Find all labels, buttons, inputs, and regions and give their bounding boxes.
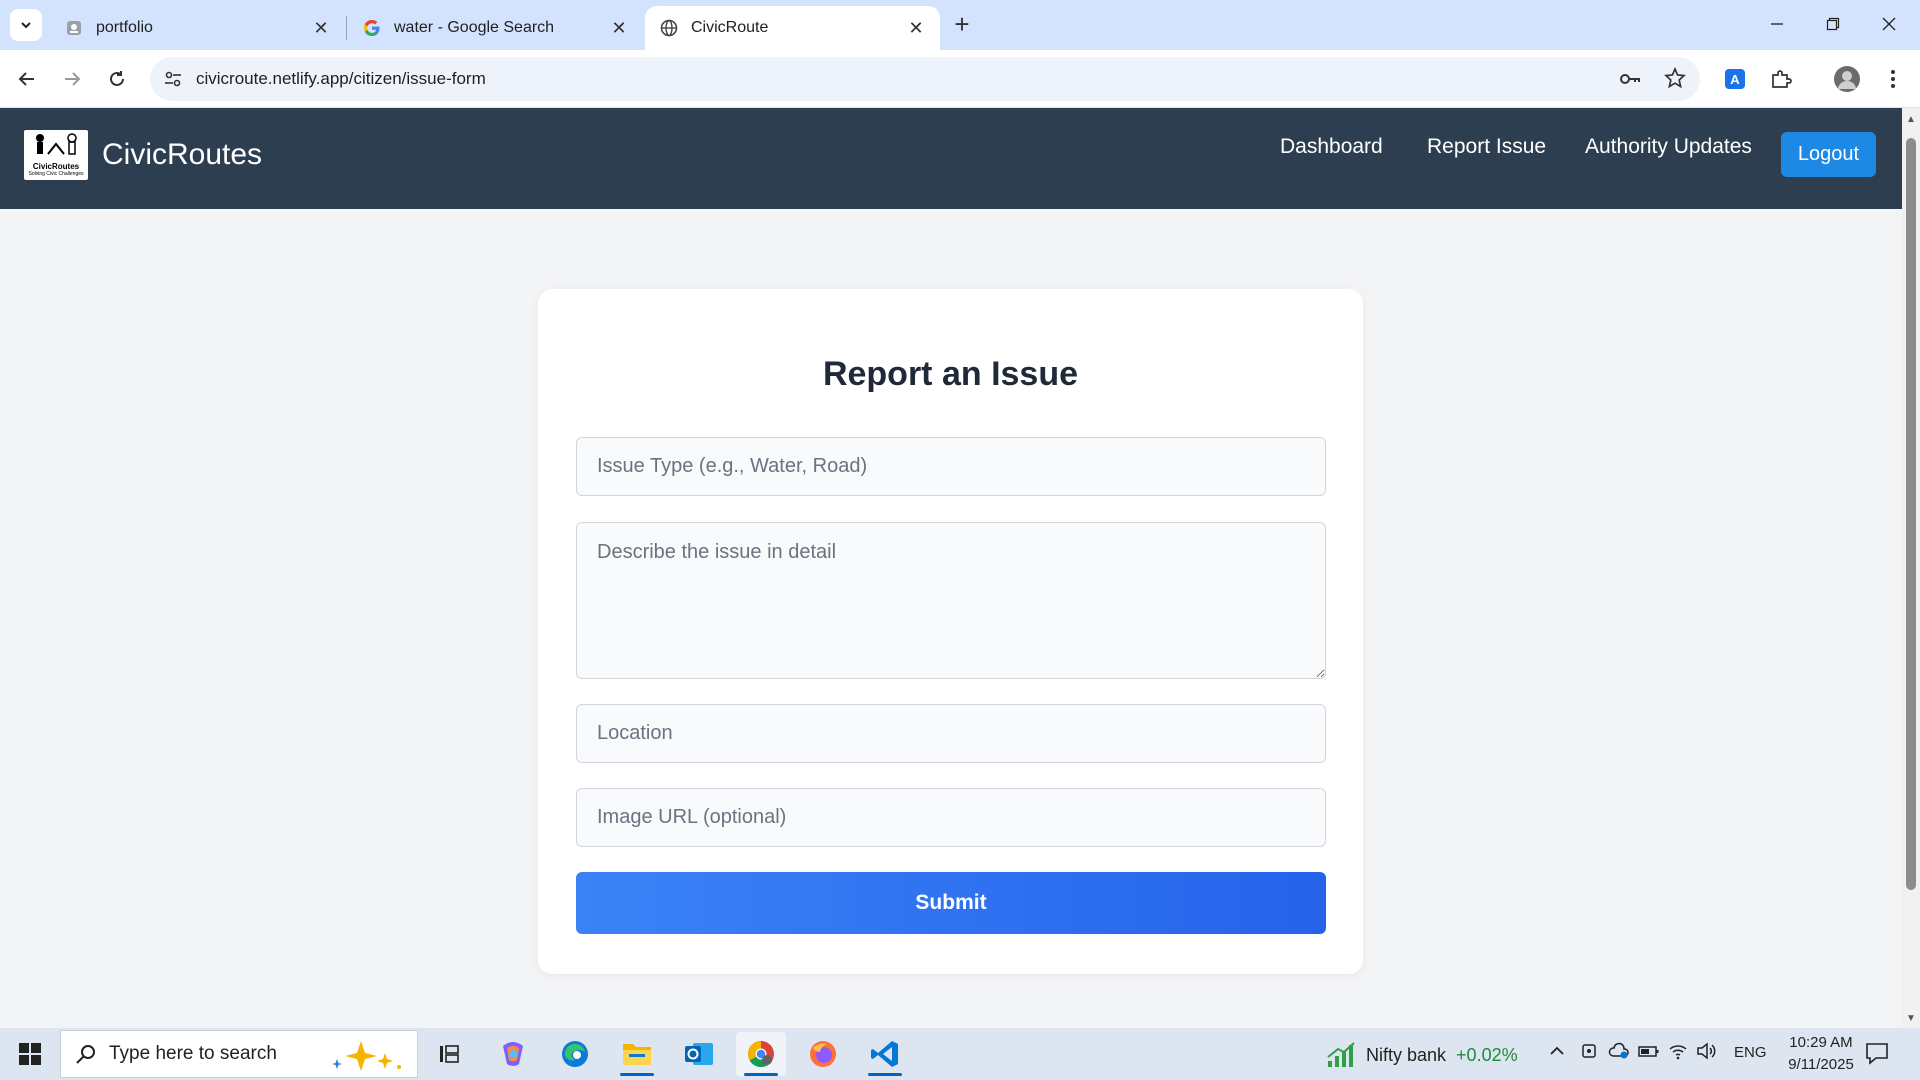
taskbar-search[interactable]: Type here to search — [60, 1030, 418, 1078]
copilot-app-icon[interactable] — [488, 1032, 538, 1076]
tab-portfolio[interactable]: portfolio ✕ — [50, 6, 345, 50]
task-view-icon[interactable] — [424, 1032, 474, 1076]
profile-avatar[interactable] — [1830, 62, 1864, 96]
stock-widget[interactable]: Nifty bank +0.02% — [1326, 1041, 1518, 1069]
stock-chart-icon — [1327, 1042, 1355, 1067]
image-url-input[interactable] — [576, 788, 1326, 847]
taskbar-search-placeholder: Type here to search — [109, 1043, 277, 1064]
arrow-right-icon — [65, 72, 81, 86]
minimize-icon[interactable] — [1754, 8, 1800, 40]
portfolio-favicon-icon — [64, 18, 84, 38]
battery-icon[interactable] — [1638, 1042, 1660, 1064]
browser-tab-strip: portfolio ✕ water - Google Search ✕ Civi… — [0, 0, 1920, 50]
logo[interactable]: CivicRoutes Solving Civic Challenges — [24, 130, 88, 180]
tab-title: water - Google Search — [394, 19, 555, 36]
page-scrollbar[interactable]: ▲ ▼ — [1902, 108, 1920, 1028]
clock-date: 9/11/2025 — [1788, 1056, 1854, 1073]
logout-button[interactable]: Logout — [1781, 132, 1876, 177]
nav-report-issue[interactable]: Report Issue — [1427, 135, 1546, 159]
close-icon[interactable]: ✕ — [609, 18, 629, 38]
meet-now-icon[interactable] — [1580, 1042, 1598, 1064]
running-indicator — [620, 1073, 654, 1076]
nav-dashboard[interactable]: Dashboard — [1280, 135, 1383, 159]
scroll-up-icon[interactable]: ▲ — [1906, 114, 1916, 125]
google-favicon-icon — [362, 18, 382, 38]
outlook-icon[interactable] — [674, 1032, 724, 1076]
location-input[interactable] — [576, 704, 1326, 763]
vscode-icon[interactable] — [860, 1032, 910, 1076]
description-textarea[interactable] — [576, 522, 1326, 679]
stock-name: Nifty bank — [1366, 1044, 1447, 1065]
form-title: Report an Issue — [822, 355, 1079, 393]
address-bar[interactable]: civicroute.netlify.app/citizen/issue-for… — [150, 57, 1700, 101]
chevron-up-icon[interactable] — [1548, 1042, 1566, 1064]
logo-figures-icon — [36, 133, 77, 155]
tab-civicroute[interactable]: CivicRoute ✕ — [645, 6, 940, 50]
forward-button[interactable] — [55, 62, 89, 96]
url-text: civicroute.netlify.app/citizen/issue-for… — [196, 69, 486, 88]
windows-start-icon[interactable] — [10, 1038, 50, 1070]
volume-icon[interactable] — [1696, 1042, 1716, 1064]
report-issue-card: Report an Issue Submit — [538, 289, 1363, 974]
globe-favicon-icon — [659, 18, 679, 38]
key-icon[interactable] — [1618, 67, 1642, 96]
scrollbar-thumb[interactable] — [1906, 138, 1916, 890]
firefox-icon[interactable] — [798, 1032, 848, 1076]
restore-icon[interactable] — [1810, 8, 1856, 40]
windows-taskbar: Type here to search Nifty bank +0.02% EN… — [0, 1028, 1920, 1080]
copilot-sparkle-icon — [325, 1039, 405, 1077]
svg-text:A: A — [1730, 72, 1740, 87]
onedrive-cloud-icon[interactable] — [1608, 1042, 1630, 1064]
tab-divider — [346, 16, 347, 40]
chrome-icon[interactable] — [736, 1032, 786, 1076]
extensions-puzzle-icon[interactable] — [1764, 62, 1798, 96]
back-button[interactable] — [10, 62, 44, 96]
clock-time: 10:29 AM — [1789, 1034, 1853, 1051]
app-navbar: CivicRoutes Solving Civic Challenges Civ… — [0, 108, 1902, 209]
tab-title: portfolio — [96, 19, 153, 36]
reload-button[interactable] — [100, 62, 134, 96]
tab-title: CivicRoute — [691, 19, 769, 36]
scroll-down-icon[interactable]: ▼ — [1906, 1013, 1916, 1024]
reload-icon — [110, 71, 124, 86]
tab-search-button[interactable] — [10, 9, 42, 41]
submit-button[interactable]: Submit — [576, 872, 1326, 934]
issue-type-input[interactable] — [576, 437, 1326, 496]
search-icon — [75, 1043, 97, 1071]
close-icon[interactable]: ✕ — [906, 18, 926, 38]
notification-center-icon[interactable] — [1864, 1040, 1890, 1071]
language-indicator[interactable]: ENG — [1734, 1044, 1767, 1061]
bookmark-star-icon[interactable] — [1664, 66, 1686, 96]
system-clock[interactable]: 10:29 AM 9/11/2025 — [1776, 1032, 1866, 1076]
file-explorer-icon[interactable] — [612, 1032, 662, 1076]
site-info-icon[interactable] — [162, 68, 184, 95]
edge-browser-icon[interactable] — [550, 1032, 600, 1076]
stock-change: +0.02% — [1456, 1044, 1518, 1065]
logo-subtext: Solving Civic Challenges — [28, 171, 84, 177]
brand-name[interactable]: CivicRoutes — [102, 138, 262, 172]
running-indicator — [868, 1073, 902, 1076]
browser-toolbar: civicroute.netlify.app/citizen/issue-for… — [0, 50, 1920, 108]
page-viewport: CivicRoutes Solving Civic Challenges Civ… — [0, 108, 1902, 1028]
chevron-down-icon — [21, 22, 31, 29]
running-indicator — [744, 1073, 778, 1076]
wifi-icon[interactable] — [1668, 1042, 1688, 1064]
new-tab-button[interactable]: + — [948, 9, 976, 39]
translate-extension-icon[interactable]: A — [1718, 62, 1752, 96]
more-menu-icon[interactable] — [1876, 62, 1910, 96]
arrow-left-icon — [18, 72, 34, 86]
nav-authority-updates[interactable]: Authority Updates — [1585, 135, 1752, 159]
tab-google-search[interactable]: water - Google Search ✕ — [348, 6, 643, 50]
close-icon[interactable]: ✕ — [311, 18, 331, 38]
logo-text: CivicRoutes — [32, 162, 80, 171]
close-window-icon[interactable] — [1866, 8, 1912, 40]
